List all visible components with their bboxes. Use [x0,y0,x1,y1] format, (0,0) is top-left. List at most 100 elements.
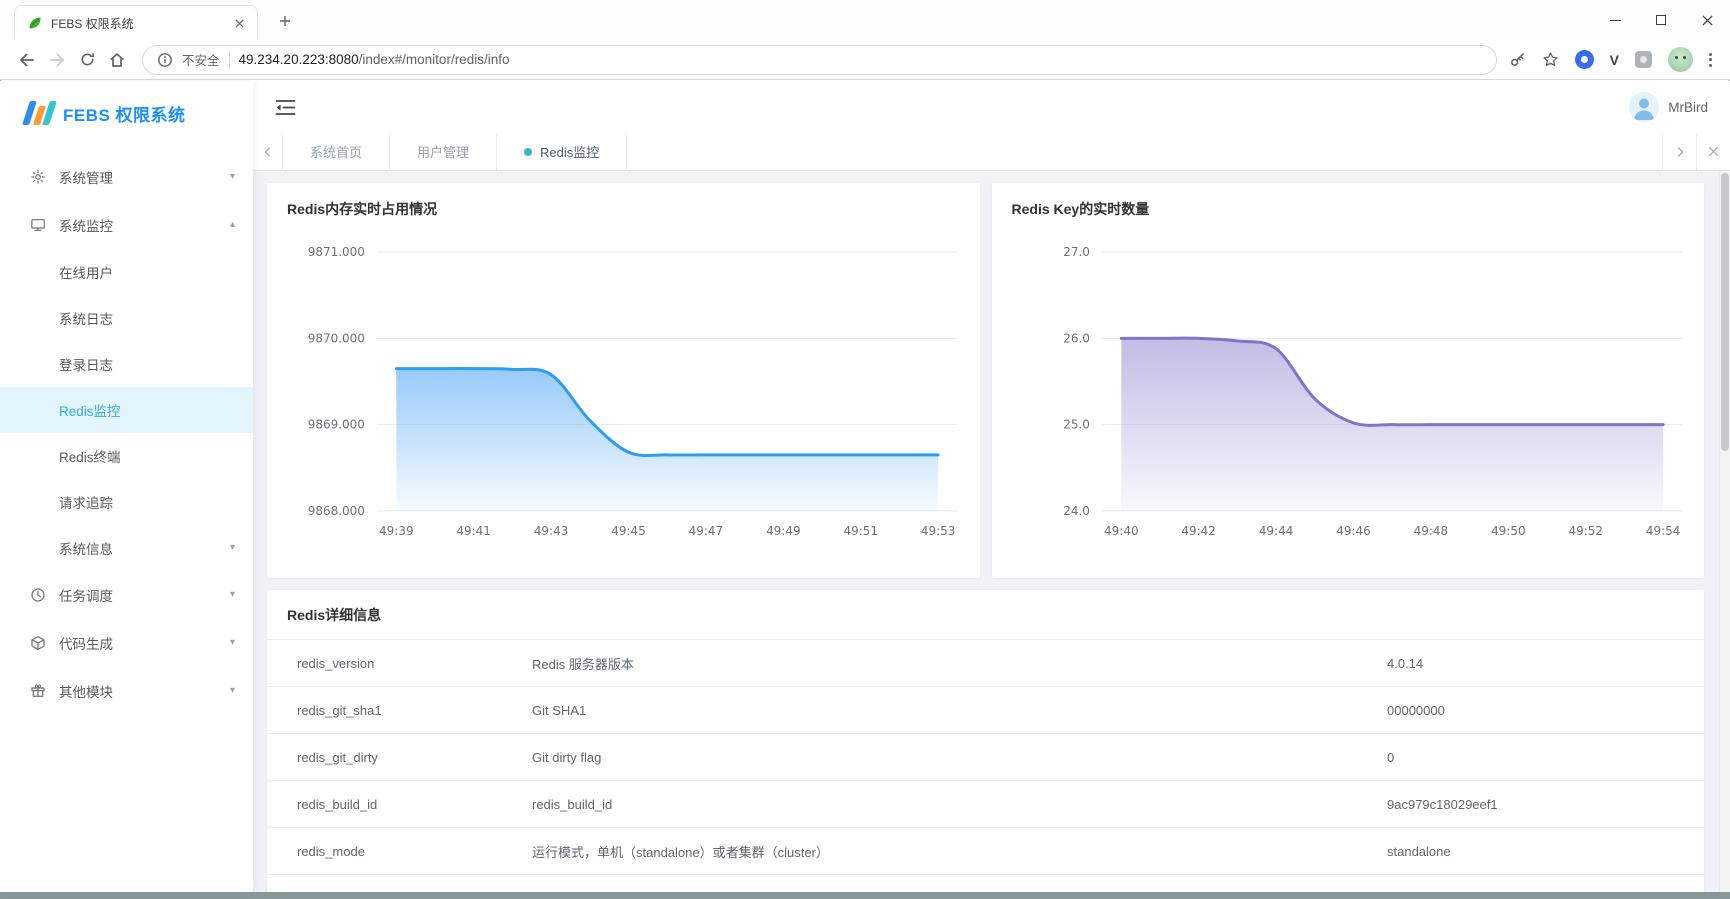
forward-icon [50,53,64,66]
sidebar-item-label: Redis监控 [59,404,121,419]
caret-down-icon: ▾ [229,589,235,600]
svg-text:49:52: 49:52 [1568,524,1603,538]
app-logo[interactable]: FEBS 权限系统 [0,81,253,145]
row-value: 0 [1387,749,1395,765]
address-bar[interactable]: 不安全 49.234.20.223:8080/index#/monitor/re… [142,44,1497,75]
chevron-left-icon [263,146,270,157]
tabs-close-all-button[interactable] [1696,133,1730,170]
sidebar: FEBS 权限系统 系统管理 ▾ 系统监控 ▴ 在线用户系统日志登录日志 Redis监控 R… [0,81,253,892]
home-icon [110,52,124,67]
row-desc: 运行模式，单机（standalone）或者集群（cluster） [532,844,829,860]
bookmark-star-icon[interactable] [1542,51,1559,68]
tab-user-management[interactable]: 用户管理 [390,133,498,170]
logo-text: FEBS 权限系统 [63,105,186,125]
row-key: redis_version [297,655,375,671]
svg-text:9871.000: 9871.000 [308,245,365,259]
table-row: redis_build_id redis_build_id 9ac979c18029… [267,781,1704,828]
sidebar-item-label: 系统信息 [59,542,113,557]
user-name[interactable]: MrBird [1668,100,1708,115]
user-avatar[interactable] [1629,92,1660,122]
sidebar-item-request-trace[interactable]: 请求追踪 [0,479,253,525]
sidebar-item-system-log[interactable]: 系统日志 [0,295,253,341]
svg-text:49:45: 49:45 [611,524,646,538]
tab-redis-monitor[interactable]: Redis监控 [497,133,628,170]
svg-text:49:51: 49:51 [844,524,879,538]
browser-titlebar: FEBS 权限系统 [0,0,1730,40]
table-row: redis_version Redis 服务器版本 4.0.14 [267,640,1704,687]
new-tab-button[interactable] [272,8,298,34]
svg-text:49:46: 49:46 [1336,524,1371,538]
extension-icon-blue[interactable] [1574,50,1594,69]
header-user[interactable]: MrBird [1629,92,1708,122]
detail-card-title: Redis详细信息 [267,590,1704,640]
sidebar-item-code-generation[interactable]: 代码生成 ▾ [0,619,253,667]
extension-icon-gray[interactable] [1635,51,1652,68]
svg-text:24.0: 24.0 [1063,504,1090,518]
browser-tab[interactable]: FEBS 权限系统 [14,5,258,40]
extension-icon-v[interactable]: V [1610,53,1619,67]
chart-title-memory: Redis内存实时占用情况 [287,201,438,217]
refresh-button[interactable] [72,45,102,75]
sidebar-item-system-info[interactable]: 系统信息 ▾ [0,525,253,571]
maximize-icon [1656,15,1666,25]
info-icon[interactable] [157,52,173,68]
tabs-scroll-left-button[interactable] [253,133,283,170]
vertical-scrollbar[interactable] [1719,171,1730,892]
sidebar-item-login-log[interactable]: 登录日志 [0,341,253,387]
menu-fold-icon[interactable] [275,99,297,116]
sidebar-item-label: 系统监控 [59,219,113,234]
row-value: 9ac979c18029eef1 [1387,796,1498,812]
url-path: /index#/monitor/redis/info [358,52,510,67]
home-button[interactable] [102,45,132,75]
sidebar-item-task-schedule[interactable]: 任务调度 ▾ [0,571,253,619]
close-button[interactable] [1684,0,1730,40]
forward-button[interactable] [42,45,72,75]
sidebar-item-label: 登录日志 [59,358,113,373]
key-icon[interactable] [1509,51,1526,68]
table-row: redis_mode 运行模式，单机（standalone）或者集群（cluste… [267,828,1704,875]
tab-label: 用户管理 [417,145,470,160]
row-key: redis_build_id [297,796,378,812]
row-key: redis_git_dirty [297,749,378,765]
sidebar-item-online-users[interactable]: 在线用户 [0,249,253,295]
tabs-scroll-right-button[interactable] [1662,133,1696,170]
tab-close-icon[interactable] [231,15,247,31]
sidebar-menu: 系统管理 ▾ 系统监控 ▴ 在线用户系统日志登录日志 Redis监控 Redis终端 请求追踪… [0,145,253,715]
sidebar-item-redis-terminal[interactable]: Redis终端 [0,433,253,479]
svg-text:49:48: 49:48 [1413,524,1448,538]
app-frame: FEBS 权限系统 系统管理 ▾ 系统监控 ▴ 在线用户系统日志登录日志 Redis监控 R… [0,81,1730,892]
svg-text:49:53: 49:53 [921,524,956,538]
back-button[interactable] [12,45,42,75]
row-value: standalone [1387,843,1451,859]
sidebar-item-system-monitor[interactable]: 系统监控 ▴ [0,201,253,249]
sidebar-item-other-modules[interactable]: 其他模块 ▾ [0,667,253,715]
sidebar-item-redis-monitor[interactable]: Redis监控 [0,387,253,433]
browser-window: FEBS 权限系统 不安全 49.234.20.223:8080/index#/… [0,0,1730,899]
row-desc: redis_build_id [532,796,613,812]
tab-label: Redis监控 [540,145,600,160]
refresh-icon [81,53,94,66]
svg-text:49:47: 49:47 [689,524,724,538]
svg-text:49:54: 49:54 [1645,524,1680,538]
sidebar-item-label: 在线用户 [59,266,113,281]
browser-profile-avatar[interactable] [1668,47,1693,72]
caret-up-icon: ▴ [229,219,235,230]
row-desc: Redis 服务器版本 [532,656,634,672]
browser-toolbar: 不安全 49.234.20.223:8080/index#/monitor/re… [0,40,1730,80]
more-menu-icon[interactable] [1709,52,1712,67]
maximize-button[interactable] [1638,0,1684,40]
page-content: Redis内存实时占用情况 9868.000 9869.000 9870.000 98… [253,171,1730,892]
svg-text:49:50: 49:50 [1491,524,1526,538]
minimize-button[interactable] [1592,0,1638,40]
tab-home[interactable]: 系统首页 [283,133,391,170]
scrollbar-thumb[interactable] [1721,173,1729,451]
active-tab-dot [524,147,533,156]
redis-memory-chart: 9868.000 9869.000 9870.000 9871.000 49:39 49:… [308,245,958,538]
svg-text:49:42: 49:42 [1181,524,1216,538]
svg-text:26.0: 26.0 [1063,331,1090,345]
charts-row: Redis内存实时占用情况 9868.000 9869.000 9870.000 98… [267,183,1704,578]
window-controls [1592,0,1730,40]
omnibox-divider [228,52,230,67]
sidebar-item-system-management[interactable]: 系统管理 ▾ [0,153,253,201]
svg-text:49:40: 49:40 [1104,524,1139,538]
